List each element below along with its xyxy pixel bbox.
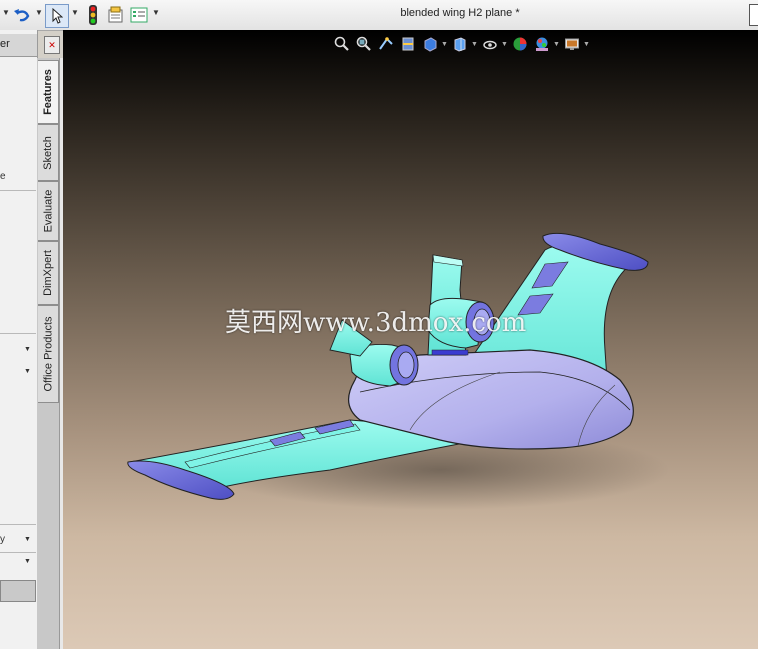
divider xyxy=(0,552,36,553)
tab-sketch[interactable]: Sketch xyxy=(38,124,59,181)
chevron-down-icon[interactable]: ▼ xyxy=(24,346,31,353)
options-dropdown-icon[interactable]: ▼ xyxy=(152,8,160,17)
graphics-viewport[interactable]: ▼ ▼ ▼ ▼ ▼ 莫西网www.3dmox.com xyxy=(63,30,758,649)
file-properties-icon[interactable] xyxy=(106,4,126,26)
divider xyxy=(0,190,36,191)
chevron-down-icon[interactable]: ▼ xyxy=(24,368,31,375)
tab-label: DimXpert xyxy=(42,250,54,296)
panel-item-fragment: e xyxy=(0,171,6,182)
panel-header: er xyxy=(0,34,37,57)
tab-label: Sketch xyxy=(42,135,55,170)
tab-evaluate[interactable]: Evaluate xyxy=(38,181,59,241)
document-title: blended wing H2 plane * xyxy=(400,7,520,19)
divider xyxy=(0,524,36,525)
feature-manager-panel xyxy=(0,30,38,649)
undo-icon[interactable] xyxy=(11,4,33,26)
tab-label: Evaluate xyxy=(42,189,54,233)
blended-wing-plane-model[interactable] xyxy=(63,30,758,649)
options-icon[interactable] xyxy=(129,4,149,26)
tab-office-products[interactable]: Office Products xyxy=(38,305,59,403)
chevron-down-icon[interactable]: ▼ xyxy=(2,8,10,17)
undo-dropdown-icon[interactable]: ▼ xyxy=(35,8,43,17)
panel-bar[interactable] xyxy=(0,580,36,602)
panel-header-text: er xyxy=(0,38,10,50)
select-dropdown-icon[interactable]: ▼ xyxy=(71,8,79,17)
tab-features[interactable]: Features xyxy=(38,60,59,124)
rebuild-traffic-light-icon[interactable] xyxy=(83,4,103,26)
close-icon[interactable]: ✕ xyxy=(44,36,60,54)
cursor-arrow-icon[interactable] xyxy=(45,4,69,28)
panel-item-fragment: y xyxy=(0,534,5,545)
window-control[interactable] xyxy=(749,4,758,26)
tab-label: Features xyxy=(42,69,55,115)
watermark-text: 莫西网www.3dmox.com xyxy=(225,308,527,338)
title-toolbar-bar: ▼ ▼ ▼ ▼ blended wing H2 plane * xyxy=(0,0,758,31)
chevron-down-icon[interactable]: ▼ xyxy=(24,558,31,565)
divider xyxy=(0,333,36,334)
tab-label: Office Products xyxy=(42,316,54,392)
chevron-down-icon[interactable]: ▼ xyxy=(24,536,31,543)
tab-dimxpert[interactable]: DimXpert xyxy=(38,241,59,305)
